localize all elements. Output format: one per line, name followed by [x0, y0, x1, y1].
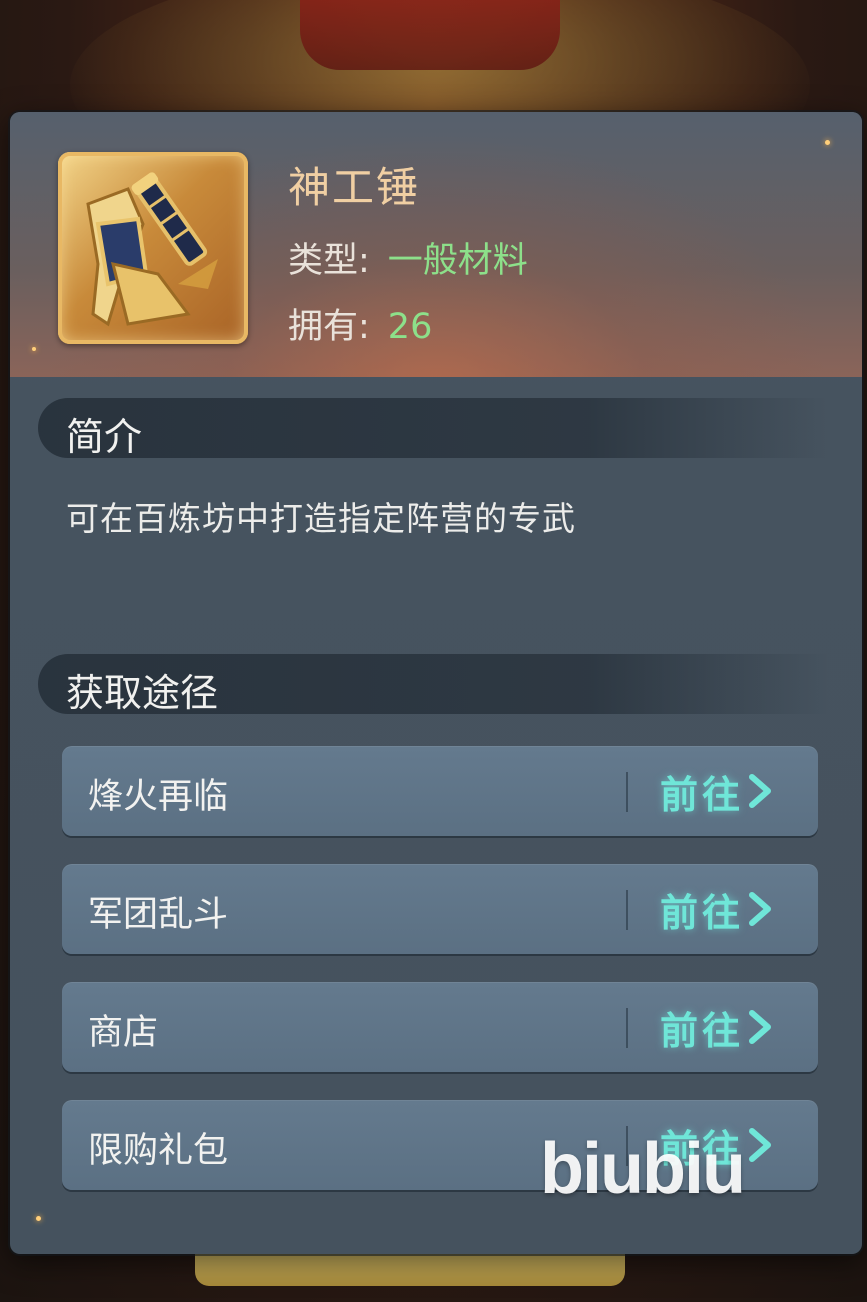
chevron-right-icon [749, 774, 772, 808]
sparkle-decoration [825, 140, 830, 145]
intro-section-header: 简介 [38, 398, 828, 459]
sources-section-header: 获取途径 [38, 654, 828, 715]
source-label: 烽火再临 [88, 777, 229, 817]
goto-label: 前往 [660, 890, 745, 935]
background-bottom-bar [195, 1250, 625, 1286]
item-icon-frame [58, 152, 248, 344]
item-type-label: 类型: [288, 241, 370, 281]
row-divider [626, 890, 628, 930]
hammer-icon [86, 172, 218, 327]
source-label: 军团乱斗 [88, 895, 229, 935]
item-type-row: 类型: 一般材料 [288, 232, 528, 283]
item-type-value: 一般材料 [387, 241, 528, 281]
background-banner [300, 0, 560, 70]
sources-title: 获取途径 [66, 671, 219, 715]
item-owned-label: 拥有: [288, 307, 370, 347]
item-detail-panel: 神工锤 类型: 一般材料 拥有: 26 简介 可在百炼坊中打造指定阵营的专武 获取途… [10, 112, 862, 1254]
goto-button[interactable]: 前往 [660, 880, 774, 938]
goto-label: 前往 [660, 1008, 745, 1053]
goto-button[interactable]: 前往 [660, 998, 774, 1056]
item-owned-row: 拥有: 26 [288, 298, 432, 349]
sparkle-decoration [36, 1216, 41, 1221]
item-name: 神工锤 [288, 163, 421, 212]
source-row[interactable]: 烽火再临 前往 [62, 746, 818, 836]
source-label: 商店 [88, 1013, 159, 1053]
watermark-logo: biubiu [540, 1129, 746, 1209]
row-divider [626, 1008, 628, 1048]
chevron-right-icon [749, 1010, 772, 1044]
chevron-right-icon [749, 892, 772, 926]
sparkle-decoration [32, 347, 36, 351]
row-divider [626, 772, 628, 812]
item-owned-count: 26 [387, 307, 433, 347]
source-label: 限购礼包 [88, 1131, 229, 1171]
intro-title: 简介 [66, 415, 143, 459]
goto-label: 前往 [660, 772, 745, 817]
source-row[interactable]: 军团乱斗 前往 [62, 864, 818, 954]
item-description: 可在百炼坊中打造指定阵营的专武 [66, 499, 576, 538]
source-row[interactable]: 商店 前往 [62, 982, 818, 1072]
goto-button[interactable]: 前往 [660, 762, 774, 820]
chevron-right-icon [749, 1128, 772, 1162]
